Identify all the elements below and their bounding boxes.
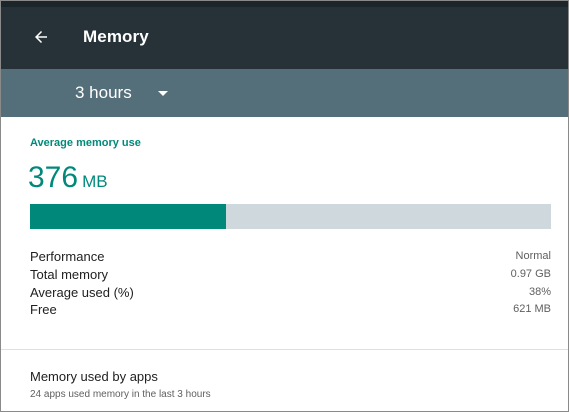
stat-value: 38% xyxy=(528,285,551,298)
stat-row-total-memory: Total memory 0.97 GB xyxy=(30,267,551,284)
memory-stats: Performance Normal Total memory 0.97 GB … xyxy=(30,249,551,320)
apps-item-subtitle: 24 apps used memory in the last 3 hours xyxy=(30,389,211,400)
stat-value: 621 MB xyxy=(513,303,551,316)
average-memory-value: 376 MB xyxy=(28,161,108,195)
memory-screen: Memory 3 hours Average memory use 376 MB… xyxy=(0,0,569,412)
stat-label: Performance xyxy=(30,249,105,264)
back-button[interactable] xyxy=(23,19,59,55)
memory-usage-bar xyxy=(30,204,551,229)
memory-used-by-apps-item[interactable]: Memory used by apps 24 apps used memory … xyxy=(1,350,568,411)
stat-value: 0.97 GB xyxy=(510,267,551,280)
caret-down-icon xyxy=(157,90,168,96)
apps-item-title: Memory used by apps xyxy=(30,369,158,384)
period-bar: 3 hours xyxy=(1,69,568,117)
stat-value: Normal xyxy=(515,250,551,262)
memory-content: Average memory use 376 MB Performance No… xyxy=(1,117,568,411)
average-memory-heading: Average memory use xyxy=(30,137,141,149)
page-title: Memory xyxy=(83,27,149,46)
period-dropdown[interactable]: 3 hours xyxy=(65,75,178,111)
stat-row-performance: Performance Normal xyxy=(30,249,551,266)
stat-row-average-used: Average used (%) 38% xyxy=(30,285,551,302)
stat-row-free: Free 621 MB xyxy=(30,302,551,319)
stat-label: Free xyxy=(30,302,57,318)
app-bar: Memory xyxy=(1,1,568,69)
average-memory-number: 376 xyxy=(28,161,79,194)
period-selected-label: 3 hours xyxy=(75,83,132,102)
stat-label: Average used (%) xyxy=(30,284,134,300)
memory-usage-fill xyxy=(30,204,226,229)
arrow-back-icon xyxy=(35,31,47,43)
stat-label: Total memory xyxy=(30,266,109,282)
average-memory-unit: MB xyxy=(82,172,108,191)
